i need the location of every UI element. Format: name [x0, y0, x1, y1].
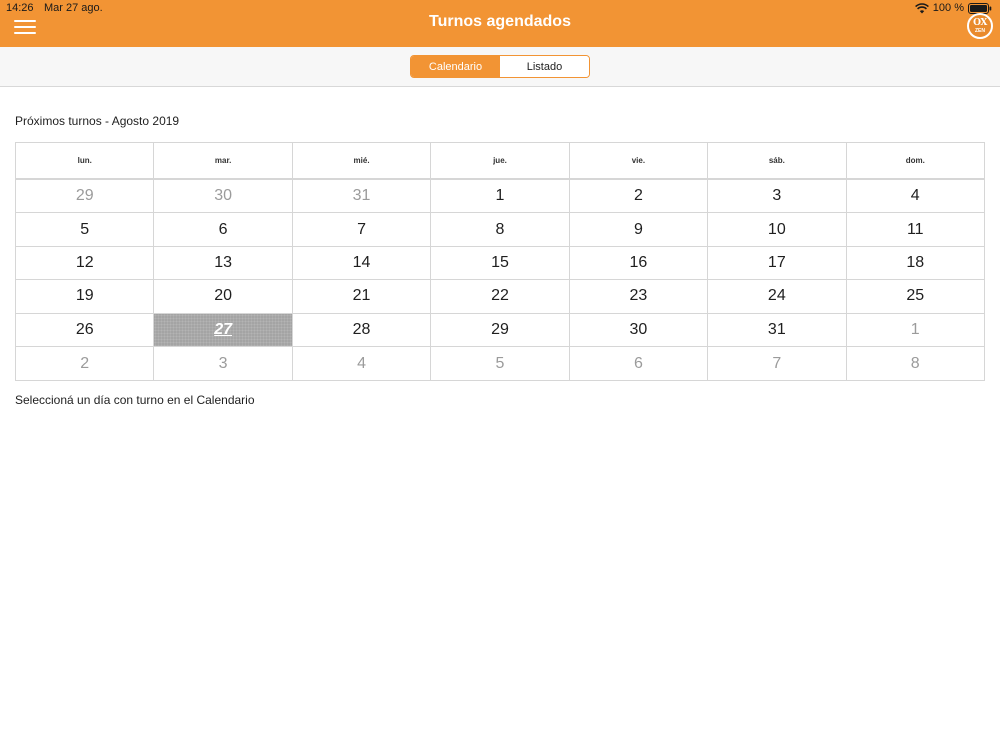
battery-icon: [968, 2, 992, 14]
calendar-day[interactable]: 14: [293, 246, 432, 280]
calendar-day[interactable]: 10: [708, 213, 847, 246]
calendar-day[interactable]: 29: [16, 180, 155, 213]
calendar-day[interactable]: 11: [847, 213, 984, 245]
calendar-day[interactable]: 25: [847, 280, 984, 312]
calendar-day[interactable]: 17: [708, 246, 847, 280]
calendar-day[interactable]: 30: [570, 313, 709, 346]
calendar-day[interactable]: 7: [293, 213, 432, 246]
calendar-day[interactable]: 2: [570, 180, 709, 213]
calendar-day[interactable]: 12: [16, 246, 155, 280]
calendar-day[interactable]: 1: [431, 180, 570, 213]
navigation-bar: 14:26 Mar 27 ago. 100 % Turnos agendados…: [0, 0, 1000, 47]
calendar-day[interactable]: 2: [16, 346, 155, 381]
calendar-day[interactable]: 16: [570, 246, 709, 280]
calendar-day[interactable]: 31: [708, 313, 847, 346]
weekday-label: sáb.: [708, 143, 847, 178]
select-day-hint: Seleccioná un día con turno en el Calend…: [15, 393, 255, 407]
weekday-label: dom.: [905, 156, 925, 165]
section-title: Próximos turnos - Agosto 2019: [15, 114, 180, 128]
weekday-label: jue.: [431, 143, 570, 178]
calendar-day[interactable]: 30: [154, 180, 293, 213]
app-root: 14:26 Mar 27 ago. 100 % Turnos agendados…: [0, 0, 1000, 750]
calendar-week: 29 30 31 1 2 3 4: [16, 180, 984, 214]
view-segmented-control: Calendario Listado: [410, 55, 590, 78]
calendar-day[interactable]: 28: [293, 313, 432, 346]
calendar-day[interactable]: 19: [16, 280, 155, 313]
calendar-day[interactable]: 3: [154, 346, 293, 381]
calendar-day[interactable]: 4: [847, 180, 984, 212]
calendar-week: 12 13 14 15 16 17 18: [16, 246, 984, 281]
brand-logo: OX ZEN: [967, 13, 993, 39]
logo-text-top: OX: [973, 17, 987, 28]
logo-text-bottom: ZEN: [975, 27, 985, 34]
calendar-day[interactable]: 5: [16, 213, 155, 246]
wifi-icon: [914, 2, 929, 13]
weekday-label: lun.: [16, 143, 155, 178]
page-title: Turnos agendados: [429, 13, 571, 30]
calendar-week: 2 3 4 5 6 7 8: [16, 346, 984, 381]
tab-calendario[interactable]: Calendario: [411, 56, 500, 77]
calendar-week: 5 6 7 8 9 10 11: [16, 213, 984, 247]
weekday-label: mié.: [293, 143, 432, 178]
calendar: lun. mar. mié. jue. vie. sáb. dom. 29 30…: [15, 142, 985, 382]
calendar-day[interactable]: 20: [154, 280, 293, 313]
calendar-day[interactable]: 5: [431, 346, 570, 381]
calendar-day[interactable]: 4: [293, 346, 432, 381]
segment-bar: Calendario Listado: [0, 47, 1000, 87]
calendar-week: 26 27 28 29 30 31 1: [16, 313, 984, 347]
calendar-day[interactable]: 24: [708, 280, 847, 313]
calendar-day[interactable]: 7: [708, 346, 847, 381]
calendar-day[interactable]: 22: [431, 280, 570, 313]
calendar-day[interactable]: 21: [293, 280, 432, 313]
calendar-day[interactable]: 18: [847, 247, 984, 279]
calendar-day[interactable]: 26: [16, 313, 155, 346]
calendar-day[interactable]: 9: [570, 213, 709, 246]
calendar-day[interactable]: 6: [570, 346, 709, 381]
calendar-weekday-header: lun. mar. mié. jue. vie. sáb. dom.: [16, 143, 984, 180]
calendar-day[interactable]: 13: [154, 246, 293, 280]
calendar-day[interactable]: 23: [570, 280, 709, 313]
calendar-day[interactable]: 29: [431, 313, 570, 346]
calendar-day[interactable]: 8: [431, 213, 570, 246]
calendar-day[interactable]: 6: [154, 213, 293, 246]
calendar-day[interactable]: 8: [847, 347, 984, 380]
calendar-week: 19 20 21 22 23 24 25: [16, 280, 984, 314]
tab-listado[interactable]: Listado: [500, 56, 589, 77]
calendar-day[interactable]: 31: [293, 180, 432, 213]
weekday-label: mar.: [154, 143, 293, 178]
weekday-label: vie.: [570, 143, 709, 178]
calendar-day[interactable]: 1: [847, 314, 984, 346]
calendar-day-today[interactable]: 27: [154, 313, 293, 346]
calendar-day[interactable]: 3: [708, 180, 847, 213]
calendar-day[interactable]: 15: [431, 246, 570, 280]
